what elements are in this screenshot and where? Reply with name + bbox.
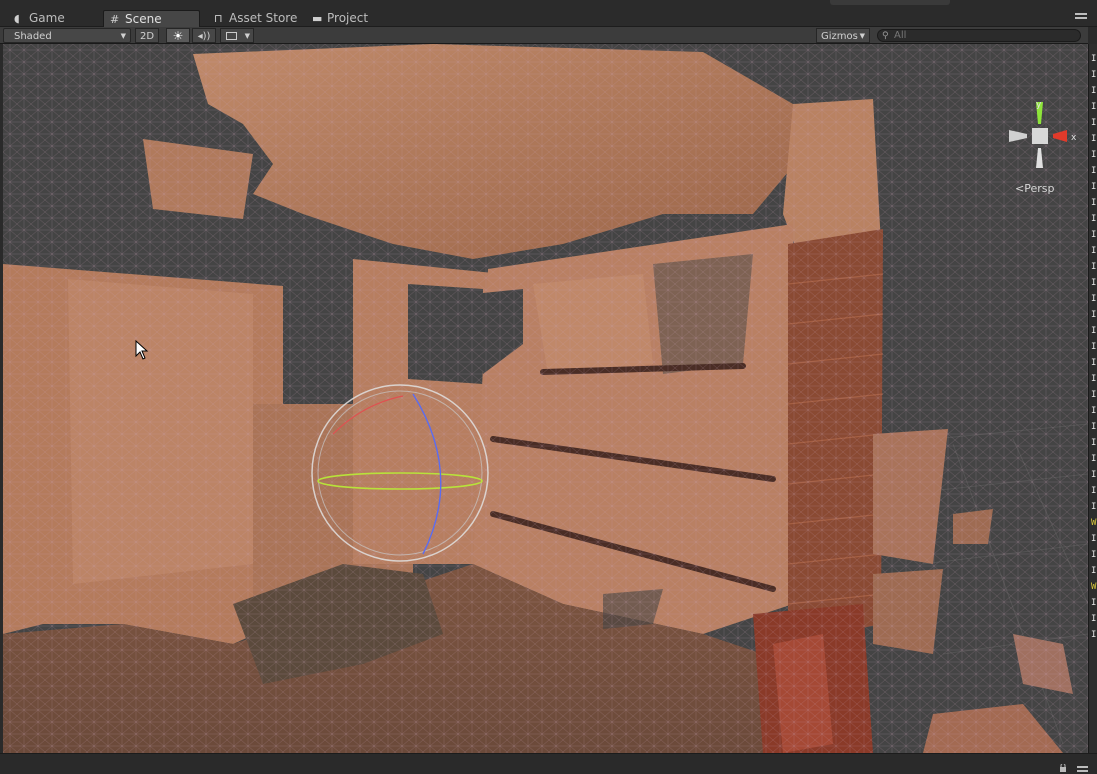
console-line[interactable]: I (1091, 294, 1096, 304)
top-toolbar-edge (830, 0, 950, 5)
console-line[interactable]: I (1091, 438, 1096, 448)
console-line[interactable]: I (1091, 614, 1096, 624)
console-line[interactable]: I (1091, 182, 1096, 192)
pacman-icon: ◖ (14, 12, 20, 25)
console-line[interactable]: I (1091, 422, 1096, 432)
scene-toolbar: Shaded ▼ 2D ☀ ◂)) ▼ Gizmos ▼ ⚲ All (0, 27, 1088, 44)
console-line[interactable]: I (1091, 70, 1096, 80)
console-line[interactable]: I (1091, 534, 1096, 544)
gizmos-label: Gizmos (821, 31, 858, 42)
console-line[interactable]: I (1091, 102, 1096, 112)
console-line[interactable]: I (1091, 246, 1096, 256)
scene-audio-button[interactable]: ◂)) (192, 28, 216, 43)
console-line[interactable]: I (1091, 310, 1096, 320)
toggle-2d-button[interactable]: 2D (135, 28, 159, 43)
editor-tab-bar: ◖ Game # Scene ⊓ Asset Store ▬ Project (0, 0, 1097, 27)
search-placeholder: All (894, 30, 907, 41)
tab-scene[interactable]: # Scene (103, 10, 200, 27)
axis-negy-cone-icon (1036, 148, 1043, 168)
console-line[interactable]: I (1091, 550, 1096, 560)
console-line[interactable]: I (1091, 470, 1096, 480)
console-line[interactable]: I (1091, 390, 1096, 400)
console-line[interactable]: I (1091, 214, 1096, 224)
scene-search-input[interactable]: ⚲ All (877, 29, 1081, 42)
console-line[interactable]: I (1091, 374, 1096, 384)
tab-project-label: Project (327, 11, 369, 25)
scene-viewport[interactable]: y x <Persp (3, 44, 1088, 753)
sun-icon: ☀ (172, 29, 184, 43)
console-line[interactable]: I (1091, 566, 1096, 576)
console-line[interactable]: I (1091, 278, 1096, 288)
grid-icon: # (110, 13, 120, 26)
tab-asset-store[interactable]: ⊓ Asset Store (208, 10, 305, 27)
mouse-cursor-icon (135, 340, 149, 360)
bag-icon: ⊓ (214, 12, 223, 25)
chevron-left-icon: < (1015, 182, 1025, 195)
console-line[interactable]: I (1091, 502, 1096, 512)
axis-x-cone-icon (1053, 130, 1067, 142)
console-line[interactable]: I (1091, 86, 1096, 96)
image-icon (226, 32, 237, 40)
scene-lighting-button[interactable]: ☀ (166, 28, 190, 43)
folder-icon: ▬ (312, 12, 323, 25)
console-line[interactable]: I (1091, 342, 1096, 352)
dropdown-arrow-icon: ▼ (120, 32, 126, 40)
tab-game[interactable]: ◖ Game (8, 10, 73, 27)
status-bar (0, 753, 1097, 774)
console-line[interactable]: I (1091, 406, 1096, 416)
axis-x-label: x (1071, 133, 1077, 143)
projection-label: Persp (1024, 182, 1055, 195)
console-line[interactable]: I (1091, 134, 1096, 144)
orientation-gizmo[interactable]: y x (1005, 100, 1085, 172)
tab-menu-icon[interactable] (1075, 13, 1087, 23)
console-line[interactable]: I (1091, 198, 1096, 208)
menu-icon[interactable] (1077, 766, 1088, 774)
console-line[interactable]: I (1091, 54, 1096, 64)
tab-game-label: Game (29, 11, 65, 25)
console-line[interactable]: W (1091, 518, 1096, 528)
console-line[interactable]: I (1091, 166, 1096, 176)
projection-toggle[interactable]: <Persp (1015, 182, 1054, 195)
console-line[interactable]: I (1091, 326, 1096, 336)
dropdown-arrow-icon: ▼ (859, 32, 865, 40)
tab-scene-label: Scene (125, 12, 162, 26)
console-log-strip[interactable]: IIIIIIIIIIIIIIIIIIIIIIIIIIIIIWIIIWIII (1088, 44, 1097, 753)
axis-y-label: y (1036, 100, 1042, 110)
tab-project[interactable]: ▬ Project (306, 10, 376, 27)
draw-mode-label: Shaded (14, 31, 52, 42)
console-line[interactable]: I (1091, 150, 1096, 160)
console-line[interactable]: W (1091, 582, 1096, 592)
speaker-icon: ◂)) (197, 31, 211, 42)
console-line[interactable]: I (1091, 262, 1096, 272)
draw-mode-dropdown[interactable]: Shaded ▼ (3, 28, 131, 43)
console-line[interactable]: I (1091, 358, 1096, 368)
gizmos-dropdown[interactable]: Gizmos ▼ (816, 28, 870, 43)
console-line[interactable]: I (1091, 454, 1096, 464)
lock-icon[interactable] (1059, 764, 1067, 772)
console-line[interactable]: I (1091, 598, 1096, 608)
console-line[interactable]: I (1091, 230, 1096, 240)
scene-effects-dropdown[interactable]: ▼ (220, 28, 254, 43)
search-icon: ⚲ (882, 31, 889, 41)
scanned-room-mesh (3, 44, 1088, 753)
console-line[interactable]: I (1091, 630, 1096, 640)
console-line[interactable]: I (1091, 486, 1096, 496)
axis-negx-cone-icon (1009, 130, 1027, 142)
console-line[interactable]: I (1091, 118, 1096, 128)
tab-asset-store-label: Asset Store (229, 11, 298, 25)
dropdown-arrow-icon: ▼ (244, 32, 250, 40)
